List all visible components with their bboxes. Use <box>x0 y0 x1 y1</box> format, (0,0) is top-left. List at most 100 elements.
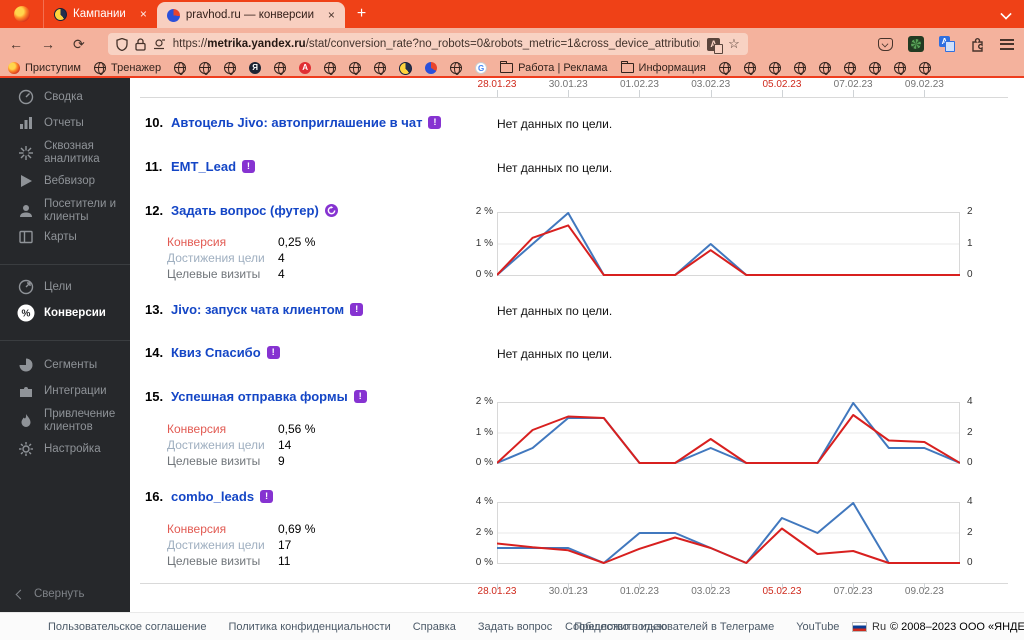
tab-list-chevron-icon[interactable] <box>1000 7 1012 19</box>
stat-row-goal-visits: Целевые визиты 11 <box>167 553 447 569</box>
bookmark-item-17[interactable] <box>718 62 731 75</box>
url-bar[interactable]: https://metrika.yandex.ru/stat/conversio… <box>107 33 748 55</box>
bookmark-item-8[interactable] <box>324 62 337 75</box>
bookmark-item-9[interactable] <box>349 62 362 75</box>
bookmark-item-18[interactable] <box>743 62 756 75</box>
sidebar-item-play[interactable]: Вебвизор <box>0 172 130 190</box>
sidebar-item-pie[interactable]: Сегменты <box>0 356 130 374</box>
bookmark-item-0[interactable]: Приступим <box>8 62 81 74</box>
bookmark-item-20[interactable] <box>793 62 806 75</box>
x-axis-tick <box>568 90 570 97</box>
sidebar-item-person[interactable]: Посетители и клиенты <box>0 198 130 224</box>
sidebar-item-burst[interactable]: Сквозная аналитика <box>0 140 130 166</box>
shield-icon[interactable] <box>116 37 128 51</box>
bookmark-item-2[interactable] <box>174 62 187 75</box>
bookmark-item-22[interactable] <box>843 62 856 75</box>
globe-icon <box>324 62 337 75</box>
goal-number: 12. <box>145 203 164 218</box>
sidebar-item-target[interactable]: Цели <box>0 278 130 296</box>
goal-link[interactable]: Автоцель Jivo: автоприглашение в чат <box>171 115 422 130</box>
chart-plot-area[interactable] <box>497 502 960 564</box>
footer-social-link-0[interactable]: Сообщество пользователей в Телеграме <box>565 621 774 633</box>
bookmark-item-16[interactable]: Информация <box>620 61 706 74</box>
goal-row-title: 13. Jivo: запуск чата клиентом! <box>145 302 364 317</box>
sidebar-collapse-button[interactable]: Свернуть <box>15 588 84 600</box>
extensions-puzzle-icon[interactable] <box>970 37 985 52</box>
footer-link-1[interactable]: Политика конфиденциальности <box>228 621 390 633</box>
sidebar-item-gauge[interactable]: Сводка <box>0 88 130 106</box>
y-axis-right-label: 4 <box>967 396 973 407</box>
sidebar-item-bars[interactable]: Отчеты <box>0 114 130 132</box>
sidebar-item-label: Настройка <box>44 442 101 455</box>
goal-link[interactable]: Задать вопрос (футер) <box>171 203 319 218</box>
bookmark-item-15[interactable]: Работа | Реклама <box>500 61 608 74</box>
permissions-icon[interactable] <box>153 38 166 51</box>
footer-link-3[interactable]: Задать вопрос <box>478 621 552 633</box>
goal-warning-icon: ! <box>242 160 256 173</box>
gear-icon <box>17 440 35 458</box>
goal-stats: Конверсия 0,56 % Достижения цели 14 Целевые … <box>167 421 447 469</box>
globe-icon <box>768 62 781 75</box>
back-button[interactable]: ← <box>0 36 32 52</box>
bookmark-item-11[interactable] <box>399 61 413 75</box>
url-text[interactable]: https://metrika.yandex.ru/stat/conversio… <box>173 38 700 50</box>
bookmark-item-10[interactable] <box>374 62 387 75</box>
reload-button[interactable]: ⟳ <box>64 36 94 53</box>
bookmark-star-icon[interactable]: ☆ <box>728 36 740 52</box>
chart-plot-area[interactable] <box>497 212 960 276</box>
goal-reaches-value: 17 <box>278 538 292 552</box>
translate-extension-icon[interactable] <box>939 36 955 52</box>
globe-icon <box>349 62 362 75</box>
footer-link-2[interactable]: Справка <box>413 621 456 633</box>
pocket-icon[interactable] <box>878 37 893 51</box>
goal-stats: Конверсия 0,69 % Достижения цели 17 Целевые … <box>167 521 447 569</box>
translate-page-icon[interactable]: A <box>707 37 724 54</box>
bookmark-item-5[interactable]: Я <box>249 62 262 74</box>
bookmark-item-4[interactable] <box>224 62 237 75</box>
language-switcher[interactable]: Ru <box>852 621 886 633</box>
bookmark-item-6[interactable] <box>274 62 287 75</box>
bookmark-item-14[interactable]: G <box>475 62 488 74</box>
goal-link[interactable]: EMT_Lead <box>171 159 236 174</box>
forward-button[interactable]: → <box>32 36 64 52</box>
bookmark-item-12[interactable] <box>425 62 438 74</box>
sidebar-item-puzzle[interactable]: Интеграции <box>0 382 130 400</box>
bookmark-item-1[interactable]: Тренажер <box>94 62 161 75</box>
tab-close-icon[interactable]: × <box>328 8 335 22</box>
bookmark-item-3[interactable] <box>199 62 212 75</box>
footer-social-link-1[interactable]: YouTube <box>796 621 839 633</box>
goal-link[interactable]: Jivo: запуск чата клиентом <box>171 302 344 317</box>
sidebar-item-flame[interactable]: Привлечение клиентов <box>0 408 130 434</box>
new-tab-button[interactable]: + <box>345 1 378 27</box>
target-icon <box>17 278 35 296</box>
chart-plot-area[interactable] <box>497 402 960 464</box>
bookmark-item-19[interactable] <box>768 62 781 75</box>
adblock-extension-icon[interactable] <box>908 36 924 52</box>
bookmark-item-24[interactable] <box>893 62 906 75</box>
bookmark-item-25[interactable] <box>918 62 931 75</box>
goal-link[interactable]: Квиз Спасибо <box>171 345 261 360</box>
globe-icon <box>818 62 831 75</box>
goal-link[interactable]: Успешная отправка формы <box>171 389 348 404</box>
bookmark-item-21[interactable] <box>818 62 831 75</box>
sidebar-item-gear[interactable]: Настройка <box>0 440 130 458</box>
goal-link[interactable]: combo_leads <box>171 489 254 504</box>
yandex-metrika-favicon-icon <box>166 8 180 22</box>
lock-icon[interactable] <box>135 37 146 51</box>
firefox-app-button[interactable] <box>0 0 44 28</box>
sidebar-item-map[interactable]: Карты <box>0 228 130 246</box>
footer-link-0[interactable]: Пользовательское соглашение <box>48 621 206 633</box>
bookmark-item-7[interactable]: A <box>299 62 312 74</box>
browser-tab-1[interactable]: pravhod.ru — конверсии — Янд × <box>156 2 345 28</box>
conversions-report: 28.01.23 30.01.23 01.02.23 03.02.23 05.02.23… <box>130 78 1024 612</box>
x-axis-date-label: 07.02.23 <box>833 79 873 90</box>
series-conversion <box>497 527 960 564</box>
tab-close-icon[interactable]: × <box>140 7 147 21</box>
menu-hamburger-icon[interactable] <box>1000 38 1014 50</box>
browser-tab-0[interactable]: Кампании × <box>44 0 157 28</box>
sidebar-item-percent[interactable]: % Конверсии <box>0 304 130 322</box>
x-axis-tick <box>853 90 855 97</box>
bookmark-item-23[interactable] <box>868 62 881 75</box>
conversion-label: Конверсия <box>167 422 227 436</box>
bookmark-item-13[interactable] <box>450 62 463 75</box>
